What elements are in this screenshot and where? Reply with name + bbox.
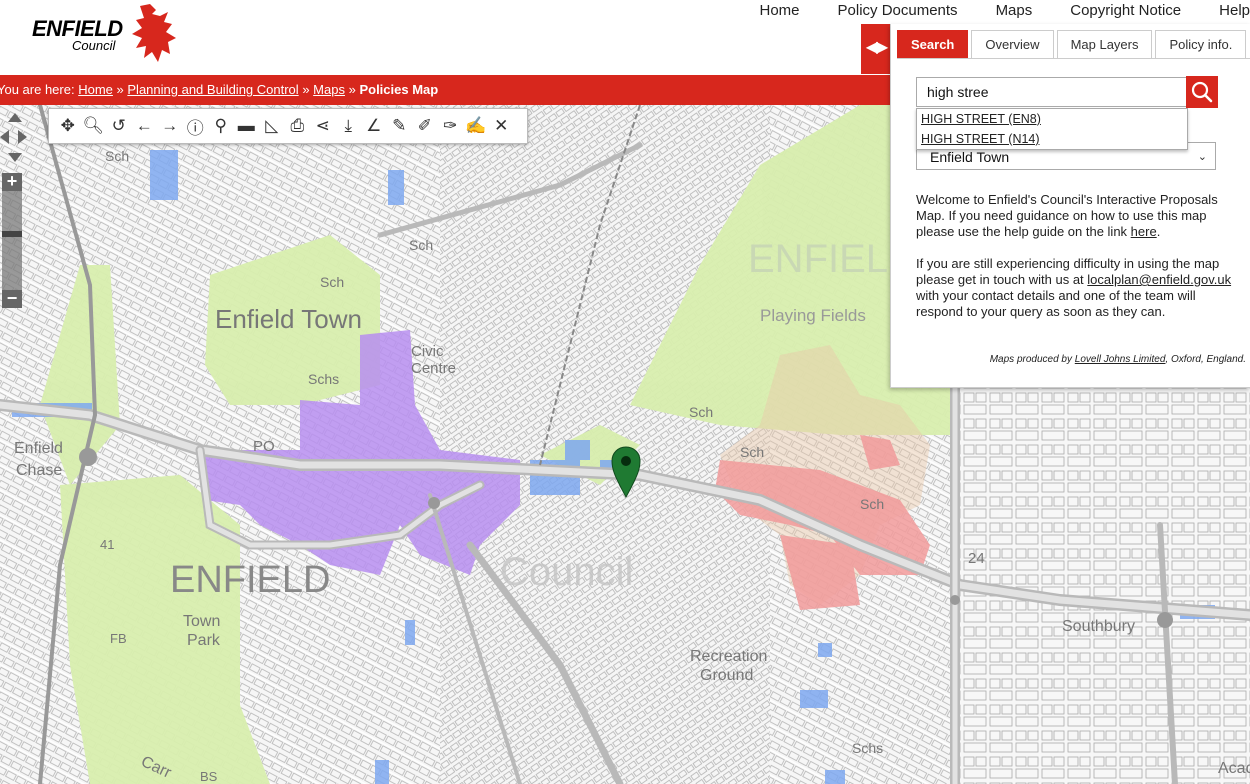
measure-line-icon[interactable]: ▬ — [234, 113, 260, 139]
panel-toggle-icon: ◀▶ — [865, 39, 889, 56]
pan-left-icon[interactable] — [0, 130, 9, 144]
svg-text:Sch: Sch — [105, 148, 129, 164]
print-icon[interactable]: ⎙ — [285, 113, 311, 139]
svg-text:Chase: Chase — [16, 462, 62, 479]
panel-tabs: Search Overview Map Layers Policy info. — [897, 30, 1249, 58]
zoom-icon[interactable]: 🔍︎ — [81, 113, 107, 139]
label-enfield-big: ENFIELD — [170, 559, 330, 601]
zoom-slider-handle[interactable] — [2, 231, 22, 237]
welcome-text: Welcome to Enfield's Council's Interacti… — [916, 192, 1218, 239]
svg-text:Schs: Schs — [852, 740, 883, 756]
svg-text:Sch: Sch — [320, 274, 344, 290]
pan-icon[interactable]: ✥ — [55, 113, 81, 139]
breadcrumb-maps-link[interactable]: Maps — [313, 82, 345, 97]
page: Enfield Town Civic Centre Enfield Chase … — [0, 0, 1250, 784]
tab-overview[interactable]: Overview — [971, 30, 1054, 58]
svg-text:Civic: Civic — [411, 343, 444, 360]
svg-text:Sch: Sch — [689, 404, 713, 420]
svg-text:PO: PO — [253, 438, 275, 455]
svg-text:Council: Council — [500, 550, 633, 594]
dragon-logo-icon — [132, 4, 176, 62]
side-panel: Search Overview Map Layers Policy info. HIG… — [890, 24, 1250, 388]
contact-text: If you are still experiencing difficulty… — [916, 256, 1232, 319]
search-suggestions: HIGH STREET (EN8) HIGH STREET (N14) — [916, 108, 1188, 150]
svg-text:24: 24 — [968, 550, 985, 567]
svg-text:Playing Fields: Playing Fields — [760, 306, 866, 325]
top-navigation: Home Policy Documents Maps Copyright Notice… — [760, 2, 1250, 22]
nav-copyright-notice[interactable]: Copyright Notice — [1070, 2, 1181, 22]
svg-text:Town: Town — [183, 613, 220, 630]
breadcrumb-current: Policies Map — [359, 82, 439, 97]
zoom-pan-control[interactable]: + − — [0, 113, 28, 308]
tab-search[interactable]: Search — [897, 30, 969, 58]
measure-area-icon[interactable]: ◺ — [259, 113, 285, 139]
search-button[interactable] — [1186, 76, 1218, 108]
identify-icon[interactable]: ⚲ — [208, 113, 234, 139]
svg-text:Enfield: Enfield — [14, 440, 63, 457]
svg-text:Southbury: Southbury — [1062, 618, 1135, 635]
svg-text:Acad: Acad — [1218, 760, 1250, 777]
tab-divider — [897, 58, 1250, 59]
svg-text:Park: Park — [187, 632, 221, 649]
nav-maps[interactable]: Maps — [996, 2, 1033, 22]
search-input[interactable] — [916, 77, 1188, 107]
credit-link[interactable]: Lovell Johns Limited — [1075, 354, 1166, 365]
tab-policy-info[interactable]: Policy info. — [1155, 30, 1247, 58]
pan-right-icon[interactable] — [18, 130, 27, 144]
draw-angle-icon[interactable]: ∠ — [361, 113, 387, 139]
map-credit: Maps produced by Lovell Johns Limited, O… — [989, 354, 1246, 365]
svg-text:Centre: Centre — [411, 360, 456, 377]
suggestion-item[interactable]: HIGH STREET (N14) — [917, 129, 1187, 149]
pan-up-icon[interactable] — [8, 113, 22, 122]
map-toolbar: ✥ 🔍︎ ↺ ← → ⓘ ⚲ ▬ ◺ ⎙ ⋖ ⤓ ∠ ✎ ✐ ✑ ✍ ✕ — [48, 108, 528, 144]
svg-text:Schs: Schs — [308, 371, 339, 387]
breadcrumb-planning-link[interactable]: Planning and Building Control — [127, 82, 298, 97]
svg-text:Sch: Sch — [740, 444, 764, 460]
draw-text-icon[interactable]: ✑ — [438, 113, 464, 139]
breadcrumb-home-link[interactable]: Home — [78, 82, 113, 97]
pan-control[interactable] — [0, 113, 28, 165]
close-icon[interactable]: ✕ — [489, 113, 515, 139]
enfield-council-logo[interactable]: ENFIELD Council — [30, 2, 180, 68]
zoom-in-button[interactable]: + — [2, 172, 22, 191]
svg-text:BS: BS — [200, 769, 218, 784]
breadcrumb: You are here: Home » Planning and Buildi… — [0, 75, 890, 105]
svg-text:FB: FB — [110, 631, 127, 646]
email-link[interactable]: localplan@enfield.gov.uk — [1087, 272, 1231, 287]
chevron-down-icon: ⌄ — [1197, 151, 1207, 163]
download-icon[interactable]: ⤓ — [336, 113, 362, 139]
nav-home[interactable]: Home — [760, 2, 800, 22]
draw-line-icon[interactable]: ✐ — [412, 113, 438, 139]
help-guide-link[interactable]: here — [1131, 224, 1157, 239]
pan-down-icon[interactable] — [8, 153, 22, 162]
svg-text:Sch: Sch — [409, 237, 433, 253]
edit-icon[interactable]: ✍ — [463, 113, 489, 139]
nav-help[interactable]: Help — [1219, 2, 1250, 22]
breadcrumb-prefix: You are here: — [0, 82, 75, 97]
share-icon[interactable]: ⋖ — [310, 113, 336, 139]
suggestion-item[interactable]: HIGH STREET (EN8) — [917, 109, 1187, 129]
search-icon — [1191, 81, 1213, 103]
svg-text:Ground: Ground — [700, 667, 753, 684]
logo-sub: Council — [72, 38, 116, 53]
svg-text:Sch: Sch — [860, 496, 884, 512]
tab-map-layers[interactable]: Map Layers — [1056, 30, 1153, 58]
zoom-out-button[interactable]: − — [2, 289, 22, 308]
label-enfield-town: Enfield Town — [215, 304, 362, 334]
svg-text:41: 41 — [100, 537, 114, 552]
area-select-value: Enfield Town — [930, 149, 1010, 165]
forward-icon[interactable]: → — [157, 113, 183, 139]
draw-pen-icon[interactable]: ✎ — [387, 113, 413, 139]
info-icon[interactable]: ⓘ — [183, 113, 209, 139]
nav-policy-documents[interactable]: Policy Documents — [838, 2, 958, 22]
reset-icon[interactable]: ↺ — [106, 113, 132, 139]
back-icon[interactable]: ← — [132, 113, 158, 139]
panel-toggle-button[interactable]: ◀▶ — [861, 24, 891, 74]
svg-text:Recreation: Recreation — [690, 648, 767, 665]
